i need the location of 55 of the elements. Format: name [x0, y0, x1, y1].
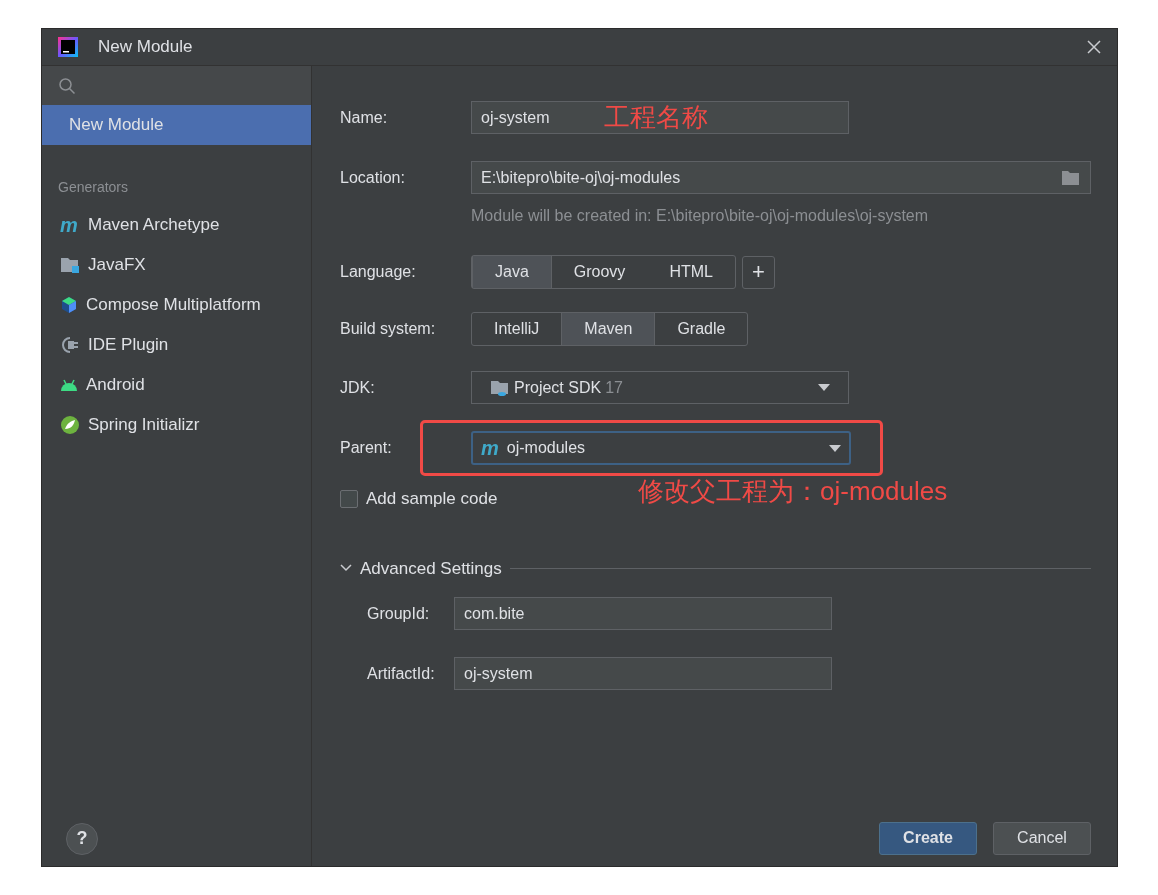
folder-icon[interactable] [1061, 169, 1081, 186]
section-header: Generators [58, 178, 130, 197]
annotation-text: 工程名称 [604, 101, 709, 134]
chevron-down-icon [340, 564, 352, 573]
window-title: New Module [98, 36, 194, 59]
text-field[interactable]: oj-system [454, 657, 832, 690]
maven-m-icon: m [60, 215, 80, 235]
checkbox[interactable] [340, 489, 358, 508]
dropdown-arrow-icon [829, 444, 841, 452]
location-field[interactable]: E:\bitepro\bite-oj\oj-modules [471, 161, 1091, 194]
checkbox-label: Add sample code [366, 488, 498, 510]
create-button[interactable]: Create [879, 821, 977, 855]
android-icon [60, 378, 78, 392]
generator-item[interactable]: Android [42, 365, 311, 405]
name-field[interactable]: oj-system 工程名称 [471, 101, 849, 134]
add-language-button[interactable]: + [741, 255, 775, 289]
generator-item[interactable]: IDE Plugin [42, 325, 311, 365]
hexagon-icon [60, 296, 78, 314]
dropdown-arrow-icon [818, 384, 830, 391]
parent-dropdown[interactable]: m oj-modules [471, 431, 851, 465]
cancel-button[interactable]: Cancel [993, 821, 1091, 855]
advanced-settings-toggle[interactable]: Advanced Settings [340, 555, 502, 581]
generator-item[interactable]: Compose Multiplatform [42, 285, 311, 325]
language-option[interactable]: Groovy [551, 256, 648, 288]
plug-icon [60, 335, 80, 355]
field-label: Language: [340, 262, 417, 282]
field-label: ArtifactId: [367, 663, 436, 684]
leaf-icon [60, 415, 80, 435]
generator-item[interactable]: JavaFX [42, 245, 311, 285]
language-option[interactable]: HTML [647, 256, 735, 288]
build-system-option[interactable]: Maven [561, 313, 656, 345]
generator-item[interactable]: Spring Initializr [42, 405, 311, 445]
app-logo-icon [58, 37, 78, 57]
close-icon[interactable] [1087, 40, 1101, 54]
folder-icon [60, 256, 80, 274]
build-system-option[interactable]: Gradle [655, 313, 748, 345]
build-system-option[interactable]: IntelliJ [472, 313, 562, 345]
field-label: Parent: [340, 438, 393, 458]
generator-item[interactable]: m Maven Archetype [42, 205, 311, 245]
jdk-dropdown[interactable]: Project SDK 17 [471, 371, 849, 404]
field-label: JDK: [340, 377, 376, 398]
field-label: Build system: [340, 319, 437, 339]
field-label: Location: [340, 167, 406, 188]
folder-icon [490, 378, 510, 397]
location-hint: Module will be created in: E:\bitepro\bite-oj\oj-modules\oj-system [471, 206, 930, 226]
language-option[interactable]: Java [472, 256, 552, 288]
field-label: Name: [340, 107, 389, 128]
field-label: GroupId: [367, 603, 431, 624]
search-icon [58, 76, 76, 95]
help-button[interactable]: ? [66, 822, 98, 855]
maven-m-icon: m [481, 438, 499, 458]
sidebar-item[interactable]: New Module [42, 105, 311, 145]
search-field[interactable] [42, 66, 311, 105]
text-field[interactable]: com.bite [454, 597, 832, 630]
annotation-text: 修改父工程为：oj-modules [638, 475, 948, 509]
